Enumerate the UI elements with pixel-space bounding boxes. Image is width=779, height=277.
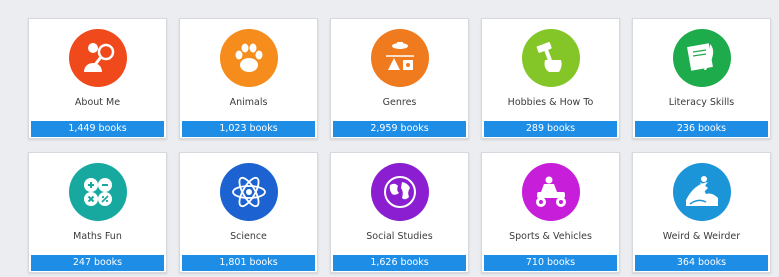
category-card-literacy[interactable]: Literacy Skills 236 books	[632, 18, 771, 139]
person-magnifier-icon	[68, 29, 127, 87]
category-name: Genres	[382, 97, 417, 108]
category-name: About Me	[74, 97, 121, 108]
hammer-fist-icon	[521, 29, 580, 87]
category-name: Sports & Vehicles	[509, 231, 592, 242]
atom-icon	[219, 163, 278, 221]
category-name: Science	[230, 231, 267, 242]
book-count-bar[interactable]: 2,959 books	[333, 121, 466, 137]
math-operators-icon	[68, 163, 127, 221]
category-card-science[interactable]: Science 1,801 books	[179, 152, 318, 273]
category-card-about-me[interactable]: About Me 1,449 books	[28, 18, 167, 139]
book-count-bar[interactable]: 1,449 books	[31, 121, 164, 137]
book-count-bar[interactable]: 364 books	[635, 255, 768, 271]
category-name: Hobbies & How To	[507, 97, 594, 108]
category-card-weird[interactable]: Weird & Weirder 364 books	[632, 152, 771, 273]
category-card-social-studies[interactable]: Social Studies 1,626 books	[330, 152, 469, 273]
category-name: Maths Fun	[73, 231, 122, 242]
category-name: Literacy Skills	[668, 97, 735, 108]
category-name: Weird & Weirder	[662, 231, 741, 242]
book-count-bar[interactable]: 1,801 books	[182, 255, 315, 271]
category-card-hobbies[interactable]: Hobbies & How To 289 books	[481, 18, 620, 139]
book-count-bar[interactable]: 1,626 books	[333, 255, 466, 271]
scroll-quill-icon	[672, 29, 731, 87]
category-name: Animals	[229, 97, 268, 108]
genres-collage-icon	[370, 29, 429, 87]
globe-icon	[370, 163, 429, 221]
book-count-bar[interactable]: 236 books	[635, 121, 768, 137]
category-card-genres[interactable]: Genres 2,959 books	[330, 18, 469, 139]
category-name: Social Studies	[366, 231, 433, 242]
book-count-bar[interactable]: 247 books	[31, 255, 164, 271]
category-grid: About Me 1,449 books Animals 1,023 books…	[28, 18, 771, 273]
book-count-bar[interactable]: 289 books	[484, 121, 617, 137]
paw-icon	[219, 29, 278, 87]
category-card-maths[interactable]: Maths Fun 247 books	[28, 152, 167, 273]
atv-rider-icon	[521, 163, 580, 221]
category-card-animals[interactable]: Animals 1,023 books	[179, 18, 318, 139]
wave-surfer-icon	[672, 163, 731, 221]
book-count-bar[interactable]: 710 books	[484, 255, 617, 271]
book-count-bar[interactable]: 1,023 books	[182, 121, 315, 137]
category-card-sports[interactable]: Sports & Vehicles 710 books	[481, 152, 620, 273]
